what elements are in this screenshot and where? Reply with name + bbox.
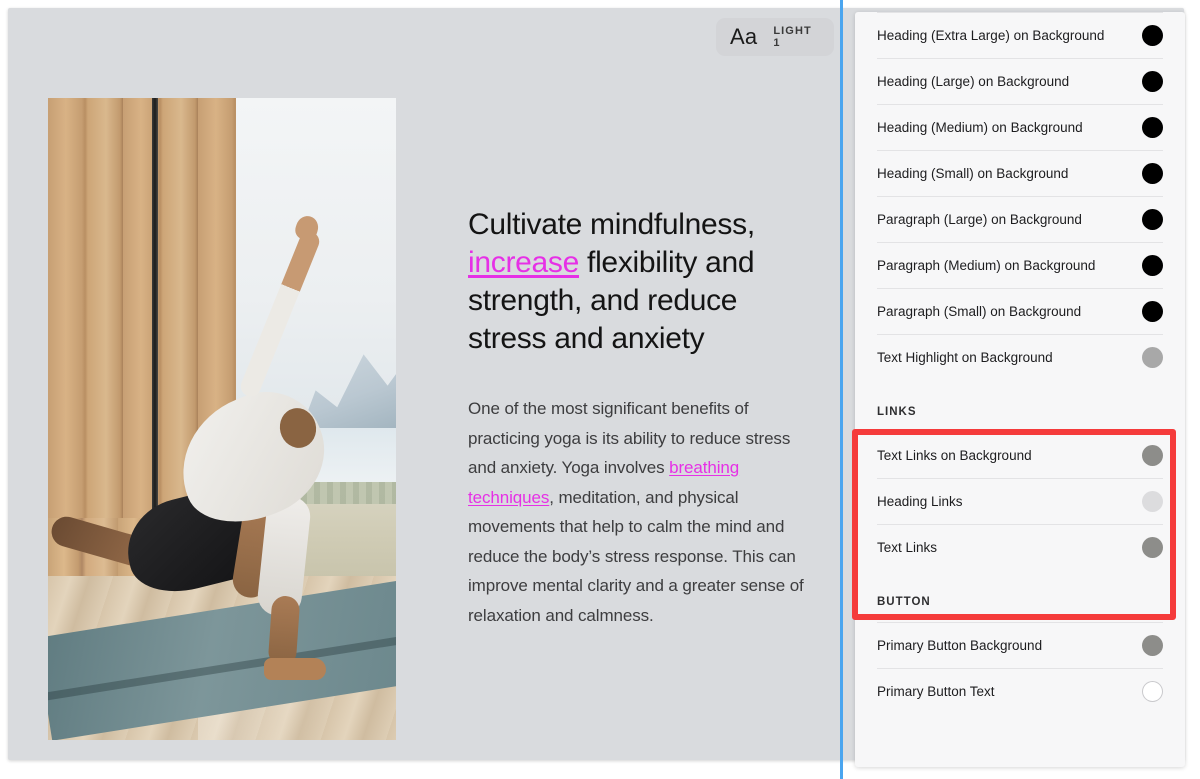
color-swatch[interactable] [1142, 301, 1163, 322]
color-inspector-panel: Heading (Extra Large) on Background Headi… [855, 12, 1185, 767]
color-swatch[interactable] [1142, 681, 1163, 702]
color-row[interactable]: Heading (Medium) on Background [877, 104, 1163, 150]
color-row-label: Paragraph (Medium) on Background [877, 258, 1096, 273]
wall-seam [152, 98, 158, 528]
color-row[interactable]: Paragraph (Medium) on Background [877, 242, 1163, 288]
paragraph-before: One of the most significant benefits of … [468, 399, 791, 477]
shin [267, 595, 301, 667]
panel-divider[interactable] [840, 0, 843, 779]
color-row-label: Primary Button Background [877, 638, 1043, 653]
headline-before: Cultivate mindfulness, [468, 208, 755, 241]
yoga-photo [48, 98, 396, 740]
color-row[interactable]: Text Highlight on Background [877, 334, 1163, 380]
foot [264, 658, 326, 680]
color-row[interactable]: Primary Button Text [877, 668, 1163, 714]
color-row[interactable]: Text Links [877, 524, 1163, 570]
color-row-label: Text Links [877, 540, 938, 555]
app-root: Cultivate mindfulness, increase flexibil… [0, 0, 1200, 779]
paragraph-after: , meditation, and physical movements tha… [468, 487, 804, 625]
color-row-label: Heading (Medium) on Background [877, 120, 1083, 135]
color-swatch[interactable] [1142, 347, 1163, 368]
preview-text-column: Cultivate mindfulness, increase flexibil… [468, 206, 820, 630]
color-row[interactable]: Primary Button Background [877, 622, 1163, 668]
color-row[interactable]: Heading Links [877, 478, 1163, 524]
color-row-label: Paragraph (Large) on Background [877, 212, 1082, 227]
color-swatch[interactable] [1142, 255, 1163, 276]
font-style-name: LIGHT 1 [773, 25, 812, 49]
color-row-label: Heading (Extra Large) on Background [877, 28, 1105, 43]
section-title-links: LINKS [877, 406, 917, 418]
color-row[interactable]: Paragraph (Small) on Background [877, 288, 1163, 334]
font-sample-text: Aa [730, 24, 758, 49]
color-swatch[interactable] [1142, 445, 1163, 466]
color-swatch[interactable] [1142, 163, 1163, 184]
color-row-label: Heading (Large) on Background [877, 74, 1070, 89]
section-title-button: BUTTON [877, 596, 931, 608]
color-swatch[interactable] [1142, 209, 1163, 230]
color-row-label: Heading Links [877, 494, 963, 509]
color-row-label: Paragraph (Small) on Background [877, 304, 1082, 319]
color-swatch[interactable] [1142, 635, 1163, 656]
color-row[interactable]: Heading (Small) on Background [877, 150, 1163, 196]
color-row-label: Primary Button Text [877, 684, 995, 699]
color-row-label: Text Links on Background [877, 448, 1032, 463]
color-swatch[interactable] [1142, 537, 1163, 558]
color-row[interactable]: Text Links on Background [877, 432, 1163, 478]
color-row[interactable]: Heading (Extra Large) on Background [877, 12, 1163, 58]
color-swatch[interactable] [1142, 491, 1163, 512]
color-row-label: Heading (Small) on Background [877, 166, 1069, 181]
font-style-badge[interactable]: Aa LIGHT 1 [716, 18, 834, 56]
body-paragraph: One of the most significant benefits of … [468, 394, 820, 630]
color-row[interactable]: Heading (Large) on Background [877, 58, 1163, 104]
color-swatch[interactable] [1142, 117, 1163, 138]
color-swatch[interactable] [1142, 71, 1163, 92]
color-row-label: Text Highlight on Background [877, 350, 1053, 365]
inspector-sections: Heading (Extra Large) on Background Headi… [855, 12, 1185, 714]
color-swatch[interactable] [1142, 25, 1163, 46]
color-row[interactable]: Paragraph (Large) on Background [877, 196, 1163, 242]
headline: Cultivate mindfulness, increase flexibil… [468, 206, 820, 358]
headline-link[interactable]: increase [468, 246, 579, 279]
